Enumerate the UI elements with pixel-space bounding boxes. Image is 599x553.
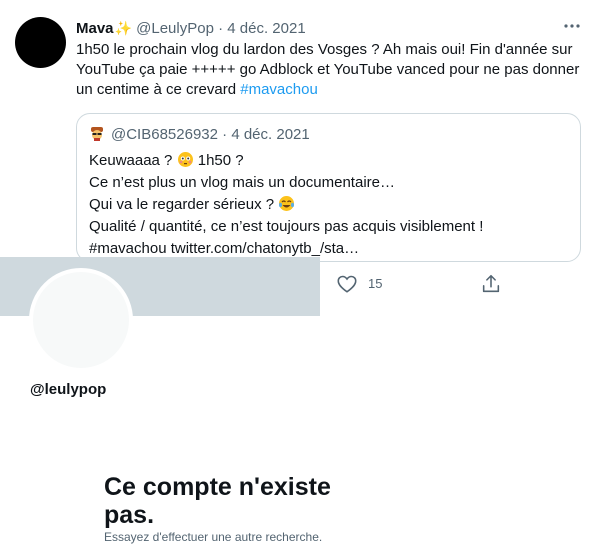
share-icon[interactable] — [480, 273, 502, 295]
quote-line-text: 1h50 ? — [193, 152, 244, 169]
header-separator: · — [218, 20, 224, 37]
tweet-body: 1h50 le prochain vlog du lardon des Vosg… — [76, 41, 580, 98]
profile-avatar — [29, 268, 133, 372]
more-icon[interactable] — [560, 17, 584, 39]
quote-text: Keuwaaaa ? 1h50 ? Ce n’est plus un vlog … — [89, 150, 569, 260]
error-subtitle: Essayez d'effectuer une autre recherche. — [104, 530, 323, 544]
quote-separator: · — [222, 126, 228, 143]
quote-line: Keuwaaaa ? 1h50 ? — [89, 150, 569, 172]
emoji-avatar-icon[interactable] — [89, 126, 105, 142]
error-title: Ce compte n'existe pas. — [104, 473, 331, 529]
sparkles-emoji: ✨ — [114, 20, 132, 36]
hashtag-link[interactable]: #mavachou — [240, 81, 318, 98]
quote-line: Qualité / quantité, ce n’est toujours pa… — [89, 218, 484, 235]
like-count: 15 — [368, 276, 383, 291]
tweet-header: Mava✨ @LeulyPop · 4 déc. 2021 — [76, 18, 306, 39]
author-handle[interactable]: @LeulyPop — [136, 20, 214, 37]
author-avatar[interactable] — [15, 17, 66, 68]
heart-icon[interactable] — [336, 273, 358, 295]
quote-line-text: Keuwaaaa ? — [89, 152, 177, 169]
quote-line-text: Qui va le regarder sérieux ? — [89, 196, 279, 213]
quote-date: 4 déc. 2021 — [231, 126, 310, 143]
quote-line: Ce n’est plus un vlog mais un documentai… — [89, 174, 395, 191]
tears-of-joy-emoji — [278, 195, 295, 212]
quote-handle[interactable]: @CIB68526932 — [111, 126, 218, 143]
profile-handle: @leulypop — [30, 381, 107, 398]
tweet-text: 1h50 le prochain vlog du lardon des Vosg… — [76, 40, 586, 100]
quote-header: @CIB68526932 · 4 déc. 2021 — [89, 125, 310, 145]
tweet[interactable]: Mava✨ @LeulyPop · 4 déc. 2021 1h50 le pr… — [0, 0, 599, 300]
tweet-date[interactable]: 4 déc. 2021 — [227, 20, 305, 37]
quoted-tweet[interactable]: @CIB68526932 · 4 déc. 2021 Keuwaaaa ? 1h… — [76, 113, 581, 262]
quote-line: Qui va le regarder sérieux ? — [89, 194, 569, 216]
author-display-name[interactable]: Mava — [76, 20, 114, 37]
flushed-face-emoji — [177, 151, 194, 168]
